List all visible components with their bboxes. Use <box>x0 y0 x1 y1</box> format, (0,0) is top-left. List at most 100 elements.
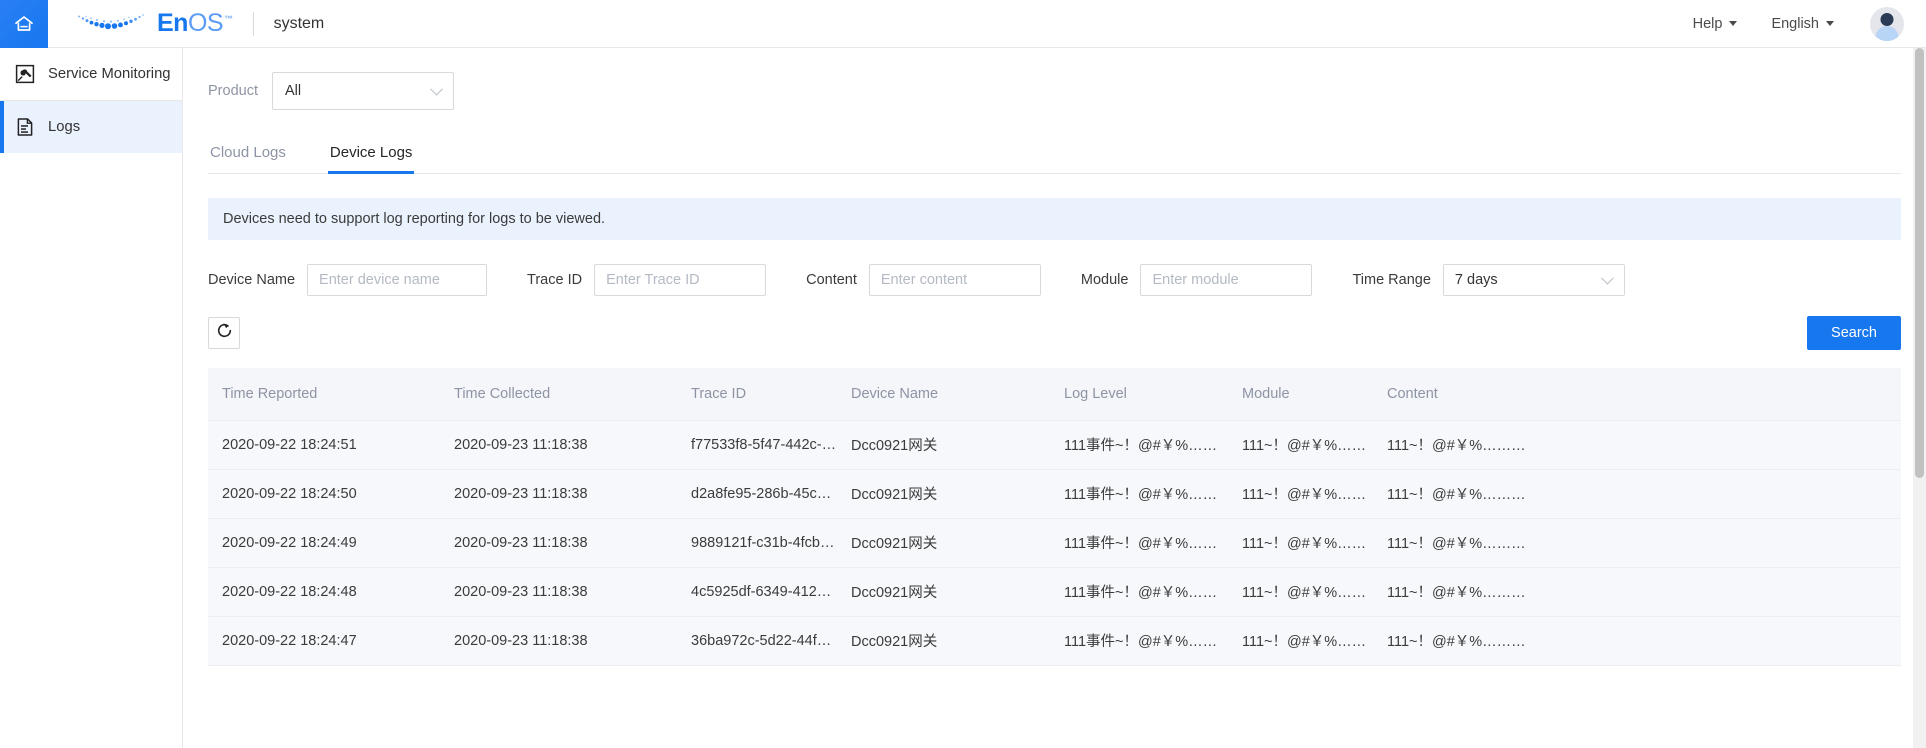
time-range-value: 7 days <box>1454 272 1498 288</box>
logs-icon <box>14 116 36 138</box>
avatar-head-icon <box>1880 12 1894 26</box>
cell-time-reported: 2020-09-22 18:24:48 <box>208 567 440 617</box>
vertical-scrollbar[interactable] <box>1913 48 1926 748</box>
search-filter-row: Device Name Trace ID Content Module Time… <box>208 264 1901 296</box>
column-header-module[interactable]: Module <box>1228 368 1373 421</box>
module-label: Module <box>1080 272 1129 288</box>
time-range-filter: Time Range 7 days <box>1352 264 1625 296</box>
cell-time-collected: 2020-09-23 11:18:38 <box>440 420 677 470</box>
cell-trace-id: 9889121f-c31b-4fcb… <box>677 518 837 568</box>
device-name-input[interactable] <box>307 264 488 296</box>
content-label: Content <box>806 272 857 288</box>
sidebar-item-label: Service Monitoring <box>48 66 171 82</box>
table-row[interactable]: 2020-09-22 18:24:48 2020-09-23 11:18:38 … <box>208 567 1901 617</box>
cell-trace-id: d2a8fe95-286b-45c… <box>677 469 837 519</box>
logs-table-body: 2020-09-22 18:24:51 2020-09-23 11:18:38 … <box>208 420 1901 666</box>
home-icon <box>13 13 35 35</box>
cell-time-collected: 2020-09-23 11:18:38 <box>440 469 677 519</box>
refresh-button[interactable] <box>208 317 240 349</box>
vertical-scrollbar-thumb[interactable] <box>1915 48 1924 478</box>
column-header-trace-id[interactable]: Trace ID <box>677 368 837 421</box>
cell-time-collected: 2020-09-23 11:18:38 <box>440 518 677 568</box>
cell-module: 111~！@#￥%…… <box>1228 469 1373 519</box>
sidebar-item-service-monitoring[interactable]: Service Monitoring <box>0 48 182 100</box>
tab-label: Device Logs <box>329 144 413 161</box>
chevron-down-icon <box>430 82 443 96</box>
cell-content: 111~！@#￥%……… <box>1373 469 1901 519</box>
tab-device-logs[interactable]: Device Logs <box>327 144 415 174</box>
logs-table: Time Reported Time Collected Trace ID De… <box>208 368 1901 666</box>
sidebar-item-logs[interactable]: Logs <box>0 101 182 153</box>
brand-trademark: ™ <box>224 13 233 24</box>
table-row[interactable]: 2020-09-22 18:24:51 2020-09-23 11:18:38 … <box>208 420 1901 470</box>
cell-device-name: Dcc0921网关 <box>837 469 1050 519</box>
column-header-content[interactable]: Content <box>1373 368 1901 421</box>
info-banner: Devices need to support log reporting fo… <box>208 198 1901 240</box>
cell-time-collected: 2020-09-23 11:18:38 <box>440 616 677 666</box>
table-header-row: Time Reported Time Collected Trace ID De… <box>208 368 1901 421</box>
table-row[interactable]: 2020-09-22 18:24:47 2020-09-23 11:18:38 … <box>208 616 1901 666</box>
cell-content: 111~！@#￥%……… <box>1373 518 1901 568</box>
trace-id-label: Trace ID <box>527 272 583 288</box>
brand-wordmark: EnOS™ <box>157 11 233 36</box>
cell-log-level: 111事件~！@#￥%…… <box>1050 616 1228 666</box>
cell-module: 111~！@#￥%…… <box>1228 567 1373 617</box>
brand-en: En <box>157 9 188 37</box>
avatar[interactable] <box>1870 6 1904 41</box>
info-banner-text: Devices need to support log reporting fo… <box>223 211 606 227</box>
sidebar-item-label: Logs <box>48 119 81 135</box>
cell-device-name: Dcc0921网关 <box>837 420 1050 470</box>
tab-cloud-logs[interactable]: Cloud Logs <box>208 144 288 173</box>
action-row: Search <box>208 316 1901 350</box>
table-row[interactable]: 2020-09-22 18:24:50 2020-09-23 11:18:38 … <box>208 469 1901 519</box>
brand[interactable]: EnOS™ system <box>73 0 324 48</box>
column-header-log-level[interactable]: Log Level <box>1050 368 1228 421</box>
column-header-time-collected[interactable]: Time Collected <box>440 368 677 421</box>
sidebar: Service Monitoring Logs <box>0 48 183 748</box>
time-range-label: Time Range <box>1352 272 1431 288</box>
column-header-time-reported[interactable]: Time Reported <box>208 368 440 421</box>
cell-device-name: Dcc0921网关 <box>837 518 1050 568</box>
cell-trace-id: 4c5925df-6349-412… <box>677 567 837 617</box>
product-filter-row: Product All <box>208 48 1901 130</box>
home-button[interactable] <box>0 0 48 48</box>
time-range-select[interactable]: 7 days <box>1442 264 1625 296</box>
search-button[interactable]: Search <box>1807 316 1901 350</box>
help-menu[interactable]: Help <box>1693 16 1738 32</box>
refresh-icon <box>215 321 234 345</box>
brand-divider <box>252 11 254 36</box>
logs-table-container: Time Reported Time Collected Trace ID De… <box>208 368 1901 666</box>
product-select[interactable]: All <box>271 72 454 110</box>
module-filter: Module <box>1081 264 1313 296</box>
language-menu[interactable]: English <box>1771 16 1834 32</box>
top-bar: EnOS™ system Help English <box>0 0 1926 48</box>
product-label: Product <box>208 83 258 99</box>
cell-content: 111~！@#￥%……… <box>1373 567 1901 617</box>
cell-trace-id: f77533f8-5f47-442c-… <box>677 420 837 470</box>
cell-log-level: 111事件~！@#￥%…… <box>1050 469 1228 519</box>
product-select-value: All <box>284 83 302 99</box>
topbar-right-controls: Help English <box>1659 6 1926 41</box>
help-label: Help <box>1692 15 1723 32</box>
content-input[interactable] <box>868 264 1041 296</box>
enos-swoosh-logo-icon <box>73 11 151 37</box>
table-row[interactable]: 2020-09-22 18:24:49 2020-09-23 11:18:38 … <box>208 518 1901 568</box>
cell-time-reported: 2020-09-22 18:24:51 <box>208 420 440 470</box>
service-monitoring-icon <box>14 63 36 85</box>
chevron-down-icon <box>1826 21 1834 26</box>
cell-time-reported: 2020-09-22 18:24:49 <box>208 518 440 568</box>
column-header-device-name[interactable]: Device Name <box>837 368 1050 421</box>
trace-id-input[interactable] <box>594 264 767 296</box>
main-content: Product All Cloud Logs Device Logs Devic… <box>183 48 1926 748</box>
tab-label: Cloud Logs <box>210 144 286 161</box>
device-name-label: Device Name <box>208 272 296 288</box>
app-name: system <box>273 14 325 32</box>
cell-time-reported: 2020-09-22 18:24:50 <box>208 469 440 519</box>
language-label: English <box>1771 15 1819 32</box>
avatar-body-icon <box>1875 25 1899 41</box>
trace-id-filter: Trace ID <box>527 264 767 296</box>
logs-table-head: Time Reported Time Collected Trace ID De… <box>208 368 1901 421</box>
module-input[interactable] <box>1140 264 1313 296</box>
cell-content: 111~！@#￥%……… <box>1373 616 1901 666</box>
chevron-down-icon <box>1729 21 1738 26</box>
